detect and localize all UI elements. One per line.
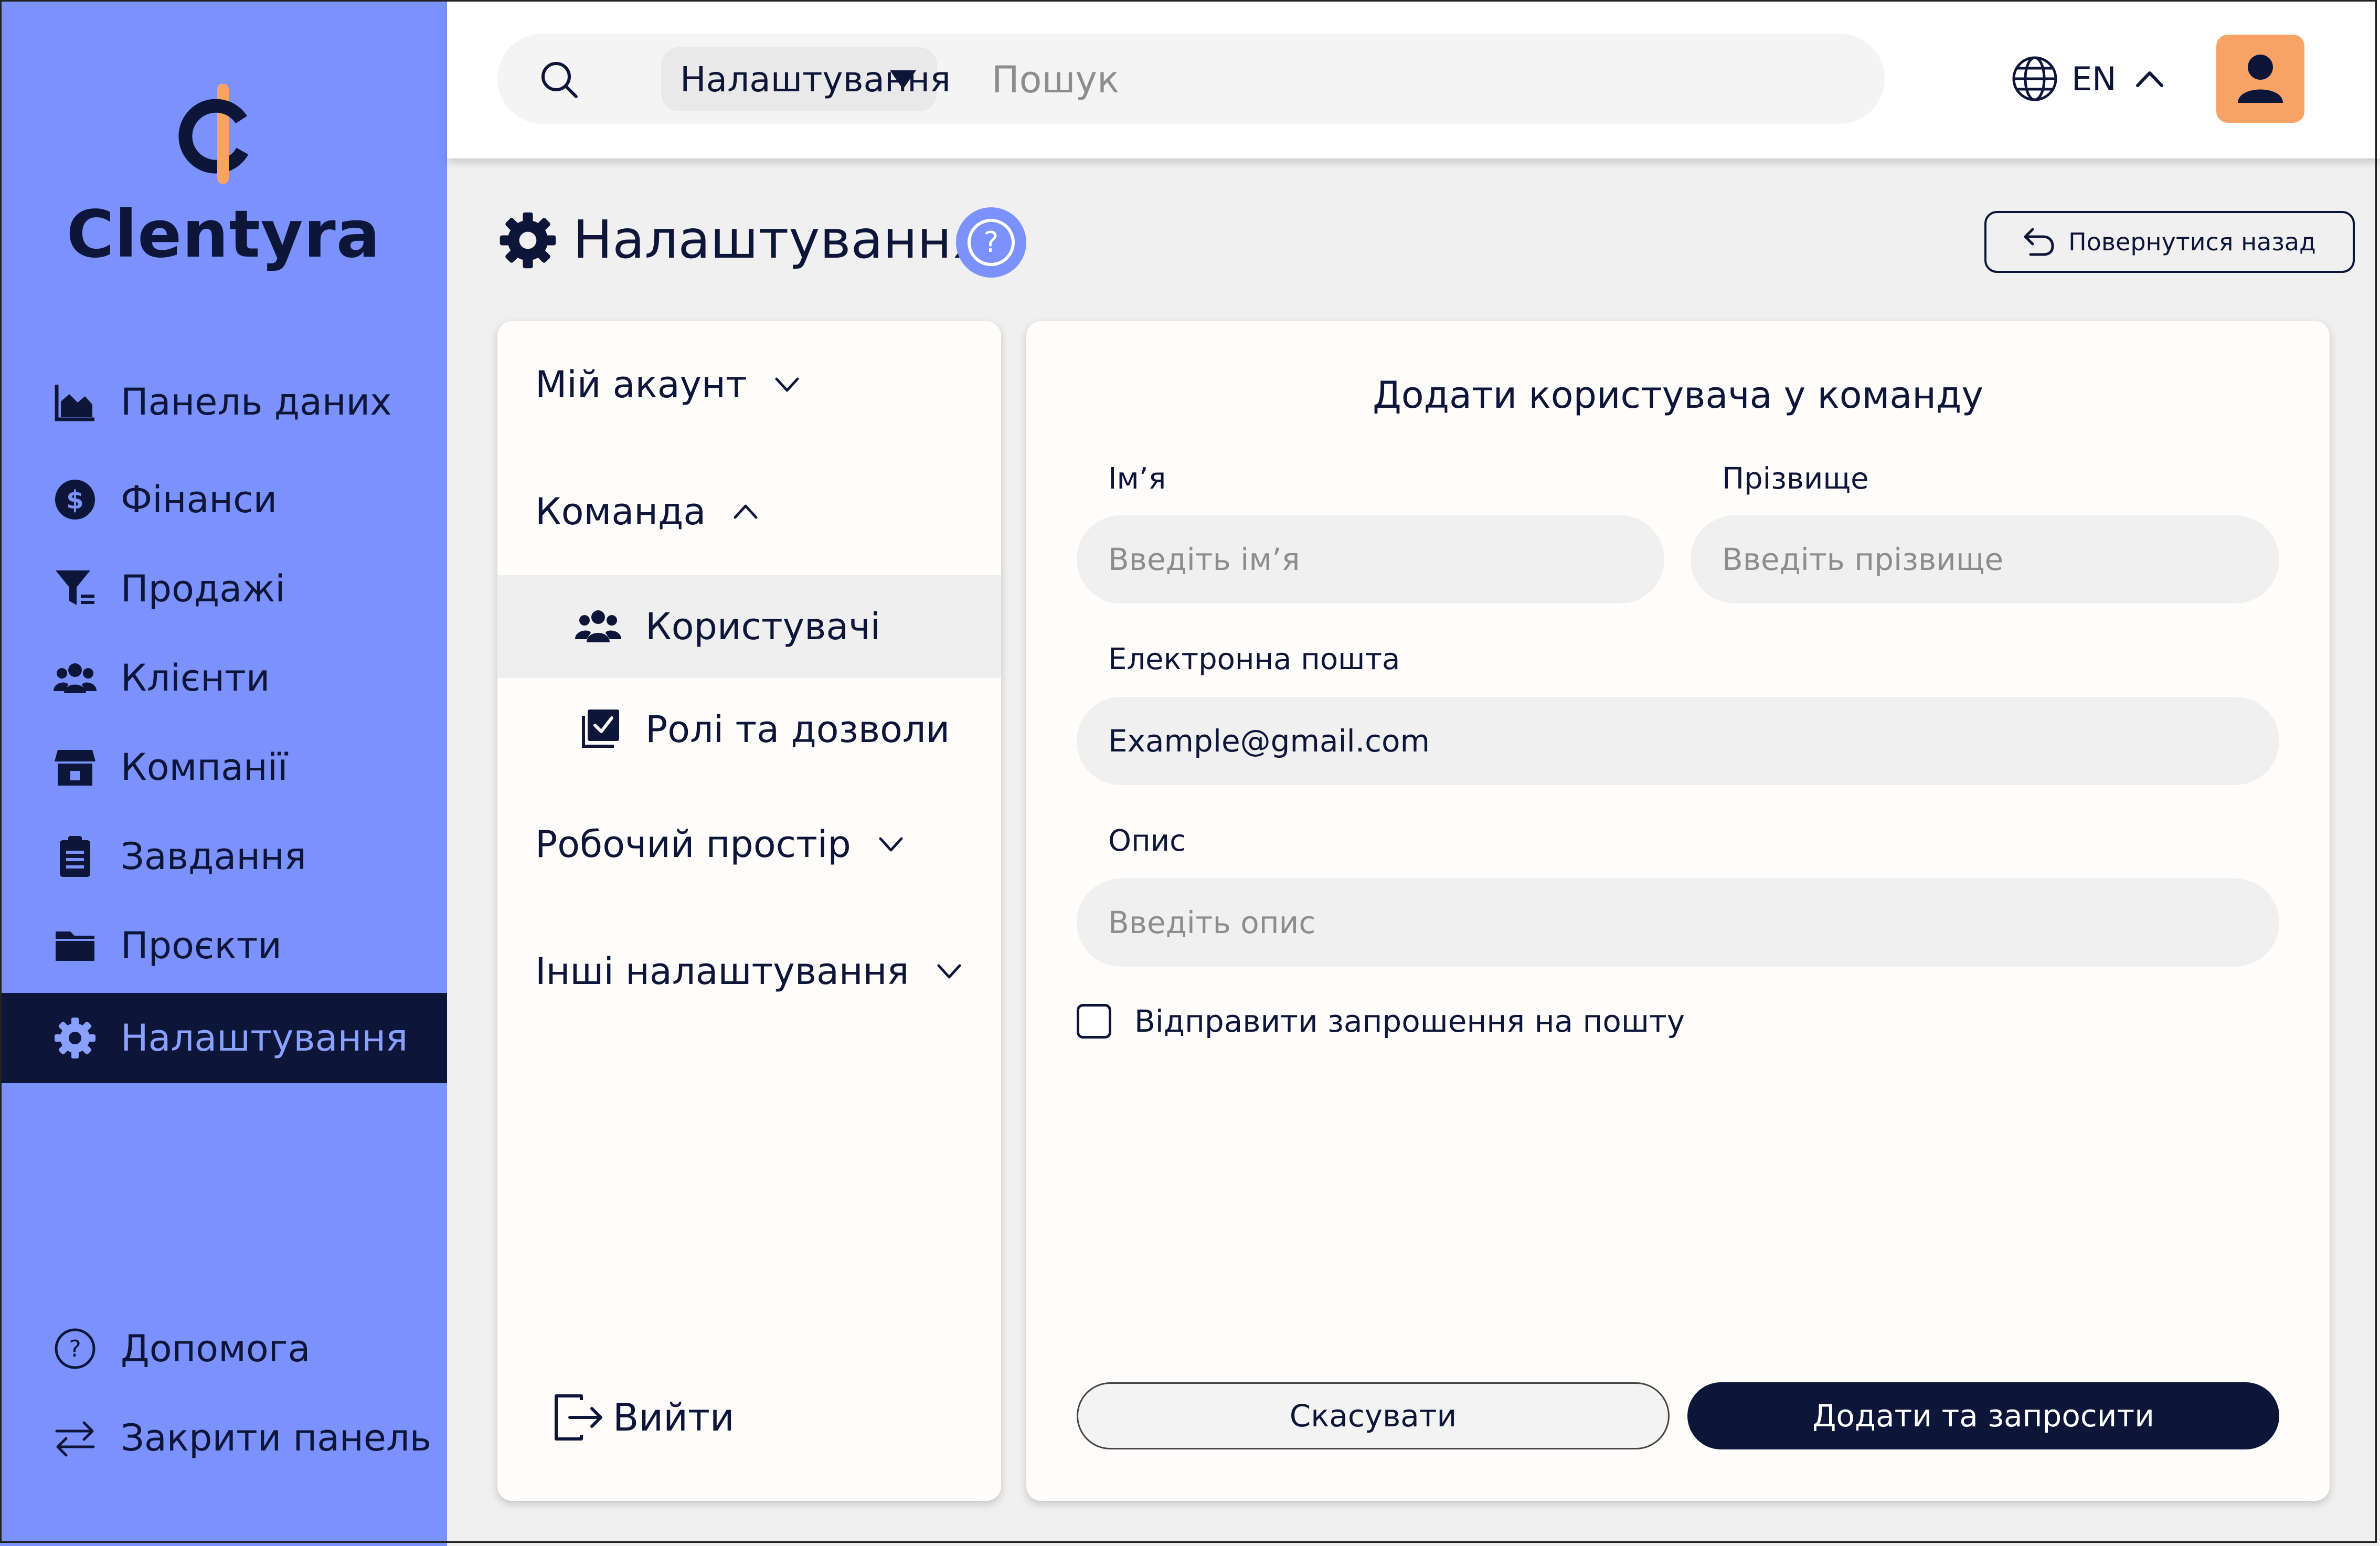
chart-area-icon [52, 379, 98, 425]
svg-text:$: $ [66, 485, 83, 515]
menu-group-label: Інші налаштування [535, 950, 909, 993]
menu-group-label: Мій акаунт [535, 363, 747, 406]
sidebar-item-label: Панель даних [121, 380, 392, 423]
menu-group-my-account[interactable]: Мій акаунт [535, 363, 800, 406]
search-icon[interactable] [539, 60, 579, 100]
gear-icon [52, 1015, 98, 1061]
sidebar-item-label: Проєкти [121, 924, 282, 967]
checklist-icon [582, 710, 619, 748]
first-name-input[interactable] [1077, 515, 1664, 603]
sidebar: Clentyra Панель даних $ Фінанси Продажі … [0, 0, 447, 1546]
chevron-down-icon [775, 377, 799, 392]
sidebar-item-projects[interactable]: Проєкти [0, 901, 447, 991]
user-avatar[interactable] [2216, 35, 2304, 123]
swap-arrows-icon [52, 1415, 98, 1460]
svg-text:?: ? [984, 226, 999, 259]
language-code: EN [2071, 59, 2117, 98]
sidebar-item-label: Завдання [121, 835, 306, 878]
dollar-circle-icon: $ [52, 477, 98, 522]
folder-icon [52, 923, 98, 968]
send-invite-checkbox[interactable] [1077, 1004, 1111, 1039]
question-circle-icon: ? [968, 219, 1015, 266]
last-name-input[interactable] [1691, 515, 2279, 603]
question-circle-icon: ? [52, 1326, 98, 1371]
search-scope-select[interactable]: Налаштування [661, 47, 951, 111]
sidebar-item-sales[interactable]: Продажі [0, 544, 447, 634]
email-label: Електронна пошта [1108, 642, 1400, 676]
store-icon [52, 745, 98, 790]
svg-text:?: ? [69, 1336, 81, 1362]
menu-group-label: Робочий простір [535, 823, 851, 866]
sidebar-item-label: Налаштування [121, 1016, 408, 1060]
sidebar-item-settings[interactable]: Налаштування [0, 993, 447, 1083]
clentyra-logo [178, 84, 249, 184]
menu-item-users[interactable]: Користувачі [497, 575, 1001, 678]
sidebar-item-label: Продажі [121, 567, 285, 610]
funnel-icon [52, 566, 98, 611]
back-button[interactable]: Повернутися назад [1984, 211, 2355, 273]
send-invite-row: Відправити запрошення на пошту [1077, 1003, 1685, 1039]
add-and-invite-button[interactable]: Додати та запросити [1687, 1382, 2279, 1449]
email-input[interactable] [1077, 697, 2279, 785]
sidebar-item-label: Фінанси [121, 478, 278, 521]
sidebar-item-label: Клієнти [121, 656, 270, 700]
back-button-label: Повернутися назад [2068, 228, 2316, 256]
sidebar-item-companies[interactable]: Компанії [0, 722, 447, 812]
user-icon [2238, 55, 2283, 103]
form-title: Додати користувача у команду [1373, 374, 1983, 417]
last-name-label: Прізвище [1722, 462, 1869, 496]
globe-icon [2012, 56, 2057, 101]
page-title: Налаштування [573, 209, 983, 270]
chevron-up-icon [2135, 71, 2163, 87]
settings-menu: Мій акаунт Команда Користувачі Ролі та д… [497, 321, 1001, 1501]
users-icon [52, 655, 98, 701]
description-input[interactable] [1077, 878, 2279, 967]
help-label: Допомога [121, 1327, 311, 1370]
sidebar-item-finance[interactable]: $ Фінанси [0, 454, 447, 545]
menu-item-roles[interactable]: Ролі та дозволи [497, 678, 1001, 781]
collapse-panel-button[interactable]: Закрити панель [0, 1393, 447, 1483]
language-selector[interactable]: EN [2011, 52, 2164, 105]
cancel-button[interactable]: Скасувати [1077, 1382, 1670, 1449]
chevron-down-icon [879, 837, 903, 852]
description-label: Опис [1108, 824, 1186, 858]
menu-item-label: Користувачі [645, 605, 881, 648]
menu-group-label: Команда [535, 490, 706, 533]
search-bar: Налаштування [497, 34, 1885, 124]
help-button[interactable]: ? [956, 207, 1026, 278]
logout-button[interactable]: Вийти [552, 1393, 735, 1442]
brand-name: Clentyra [66, 197, 381, 272]
add-user-form: Додати користувача у команду Ім’я Прізви… [1026, 321, 2330, 1501]
search-input[interactable] [991, 47, 1832, 112]
menu-group-team[interactable]: Команда [535, 490, 758, 533]
logout-icon [555, 1394, 602, 1441]
clipboard-icon [52, 834, 98, 879]
collapse-panel-label: Закрити панель [121, 1416, 431, 1459]
menu-item-label: Ролі та дозволи [645, 708, 950, 751]
first-name-label: Ім’я [1108, 462, 1166, 496]
chevron-down-icon [937, 964, 961, 979]
users-icon [575, 610, 621, 642]
menu-group-other[interactable]: Інші налаштування [535, 950, 962, 993]
logout-label: Вийти [613, 1395, 735, 1439]
send-invite-label: Відправити запрошення на пошту [1134, 1003, 1685, 1039]
sidebar-item-dashboard[interactable]: Панель даних [0, 357, 447, 447]
chevron-up-icon [734, 504, 758, 519]
top-header: Налаштування EN [447, 0, 2380, 158]
sidebar-item-clients[interactable]: Клієнти [0, 633, 447, 723]
help-link[interactable]: ? Допомога [0, 1304, 447, 1394]
sidebar-item-tasks[interactable]: Завдання [0, 811, 447, 902]
menu-group-workspace[interactable]: Робочий простір [535, 823, 904, 866]
gear-icon [500, 212, 556, 269]
undo-arrow-icon [2024, 228, 2054, 256]
sidebar-item-label: Компанії [121, 746, 288, 789]
caret-down-icon [890, 70, 916, 89]
